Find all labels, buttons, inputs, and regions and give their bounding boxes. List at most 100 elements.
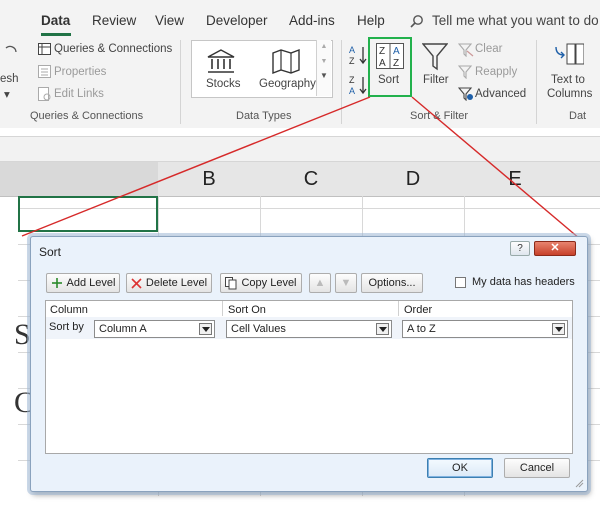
data-tools-group-label: Dat (569, 110, 587, 122)
header-divider (398, 301, 399, 316)
arrow-down-icon: ▼ (340, 277, 352, 289)
formula-bar[interactable] (0, 136, 600, 162)
cancel-button[interactable]: Cancel (504, 458, 570, 478)
ribbon-separator (536, 40, 537, 124)
clear-filter-icon (458, 43, 474, 57)
delete-level-button[interactable]: Delete Level (126, 273, 212, 293)
tab-add-ins[interactable]: Add-ins (289, 13, 335, 28)
delete-level-label: Delete Level (145, 277, 208, 289)
resize-grip-icon[interactable] (574, 478, 584, 488)
geography-button[interactable]: Geography (259, 78, 316, 90)
stocks-bank-icon (207, 49, 235, 73)
ok-button[interactable]: OK (427, 458, 493, 478)
column-header-f[interactable] (566, 162, 600, 197)
reapply-icon (458, 65, 473, 79)
sort-button[interactable]: Sort (378, 74, 399, 86)
options-label: Options... (368, 277, 416, 289)
order-value: A to Z (407, 323, 436, 335)
header-divider (222, 301, 223, 316)
tell-me-box[interactable]: Tell me what you want to do (432, 13, 599, 28)
search-icon (410, 15, 423, 28)
order-header-label: Order (404, 304, 433, 316)
edit-links-icon (38, 87, 51, 101)
close-icon: ✕ (550, 242, 560, 254)
properties-icon (38, 65, 51, 78)
help-button[interactable]: ? (510, 241, 530, 256)
filter-button[interactable]: Filter (423, 74, 449, 86)
tab-data[interactable]: Data (41, 13, 70, 28)
sort-on-select[interactable]: Cell Values (226, 320, 392, 338)
column-header-a[interactable] (0, 162, 158, 197)
copy-icon (225, 276, 237, 289)
svg-text:A: A (379, 58, 386, 69)
add-level-label: Add Level (66, 277, 116, 289)
filter-funnel-icon (422, 43, 448, 71)
text-to-columns-line2[interactable]: Columns (547, 88, 592, 100)
svg-text:Z: Z (349, 75, 355, 85)
svg-text:A: A (349, 45, 355, 55)
ribbon-separator (180, 40, 181, 124)
svg-text:Z: Z (393, 58, 399, 69)
clear-button[interactable]: Clear (475, 43, 502, 55)
copy-level-button[interactable]: Copy Level (220, 273, 302, 293)
arrow-up-icon: ▲ (314, 277, 326, 289)
tab-developer[interactable]: Developer (206, 13, 268, 28)
column-header-label: Column (50, 304, 88, 316)
column-header-d[interactable]: D (362, 162, 465, 197)
move-down-button[interactable]: ▼ (335, 273, 357, 293)
sort-filter-group-label: Sort & Filter (410, 110, 469, 122)
sort-a-to-z-icon[interactable]: A Z (349, 44, 369, 66)
sort-on-header-label: Sort On (228, 304, 266, 316)
stocks-button[interactable]: Stocks (206, 78, 241, 90)
properties-button[interactable]: Properties (54, 66, 106, 78)
headers-checkbox-label[interactable]: My data has headers (472, 276, 575, 288)
dialog-title: Sort (39, 245, 62, 259)
ok-label: OK (452, 462, 468, 474)
gallery-scroll[interactable]: ▲ ▼ ▼ (316, 40, 331, 96)
sort-column-value: Column A (99, 323, 147, 335)
add-level-button[interactable]: Add Level (46, 273, 120, 293)
geography-map-icon (272, 48, 300, 74)
queries-group-label: Queries & Connections (30, 110, 144, 122)
sort-by-label: Sort by (49, 321, 84, 333)
column-header-b[interactable]: B (158, 162, 261, 197)
advanced-filter-icon (458, 87, 473, 101)
tab-help[interactable]: Help (357, 13, 385, 28)
headers-checkbox[interactable] (455, 277, 466, 288)
chevron-down-icon (552, 323, 565, 335)
close-button[interactable]: ✕ (534, 241, 576, 256)
selected-cell[interactable] (18, 196, 158, 232)
ribbon-separator (341, 40, 342, 124)
plus-icon (51, 278, 62, 288)
order-select[interactable]: A to Z (402, 320, 568, 338)
svg-text:Z: Z (379, 46, 385, 57)
queries-connections-button[interactable]: Queries & Connections (54, 43, 172, 55)
svg-text:Z: Z (349, 56, 355, 66)
cancel-label: Cancel (519, 462, 555, 474)
text-to-columns-icon (555, 43, 584, 65)
text-to-columns-line1[interactable]: Text to (551, 74, 585, 86)
sort-on-value: Cell Values (231, 323, 286, 335)
options-button[interactable]: Options... (361, 273, 423, 293)
column-header-c[interactable]: C (260, 162, 363, 197)
edit-links-button[interactable]: Edit Links (54, 88, 104, 100)
active-tab-indicator (41, 33, 71, 36)
sort-z-to-a-icon[interactable]: Z A (349, 74, 369, 96)
tab-view[interactable]: View (155, 13, 184, 28)
copy-level-label: Copy Level (241, 277, 297, 289)
chevron-down-icon (199, 323, 212, 335)
refresh-all-label[interactable]: esh (0, 73, 19, 85)
advanced-button[interactable]: Advanced (475, 88, 526, 100)
move-up-button[interactable]: ▲ (309, 273, 331, 293)
delete-x-icon (131, 277, 142, 289)
column-header-e[interactable]: E (464, 162, 567, 197)
sort-icon: Z A A Z (376, 43, 404, 69)
reapply-button[interactable]: Reapply (475, 66, 517, 78)
svg-text:A: A (393, 46, 400, 57)
svg-text:A: A (349, 86, 355, 96)
tab-review[interactable]: Review (92, 13, 136, 28)
queries-connections-icon (38, 43, 51, 55)
sort-column-select[interactable]: Column A (94, 320, 215, 338)
data-types-group-label: Data Types (236, 110, 292, 122)
refresh-icon[interactable] (4, 44, 18, 64)
